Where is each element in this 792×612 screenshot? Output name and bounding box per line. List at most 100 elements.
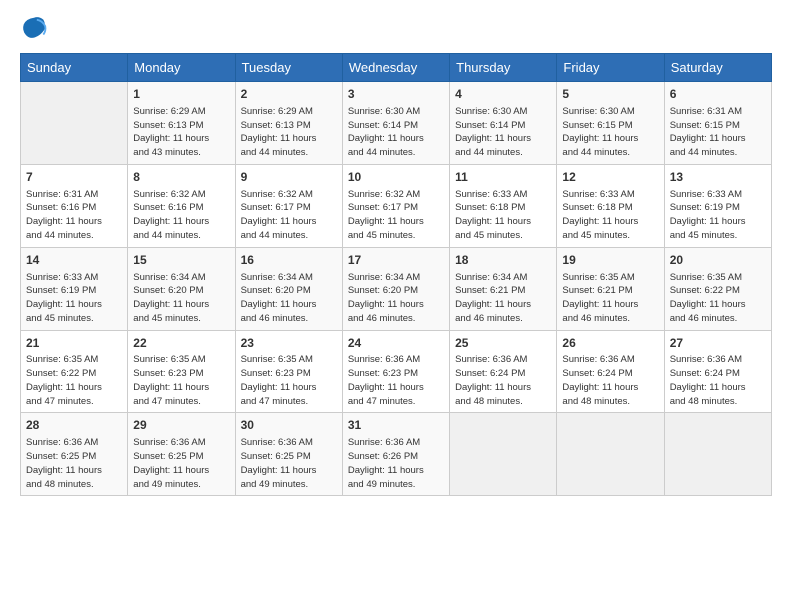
cell-content: Sunrise: 6:34 AM Sunset: 6:20 PM Dayligh…	[348, 271, 444, 326]
calendar-cell	[664, 413, 771, 496]
calendar-cell	[21, 82, 128, 165]
cell-content: Sunrise: 6:35 AM Sunset: 6:22 PM Dayligh…	[670, 271, 766, 326]
cell-content: Sunrise: 6:33 AM Sunset: 6:18 PM Dayligh…	[455, 188, 551, 243]
page: SundayMondayTuesdayWednesdayThursdayFrid…	[0, 0, 792, 506]
cell-content: Sunrise: 6:30 AM Sunset: 6:14 PM Dayligh…	[348, 105, 444, 160]
cell-content: Sunrise: 6:31 AM Sunset: 6:16 PM Dayligh…	[26, 188, 122, 243]
calendar-cell: 20 Sunrise: 6:35 AM Sunset: 6:22 PM Dayli…	[664, 247, 771, 330]
day-number: 27	[670, 335, 766, 352]
cell-content: Sunrise: 6:35 AM Sunset: 6:23 PM Dayligh…	[241, 353, 337, 408]
calendar-cell: 14 Sunrise: 6:33 AM Sunset: 6:19 PM Dayli…	[21, 247, 128, 330]
header-cell-friday: Friday	[557, 54, 664, 82]
calendar-cell: 11 Sunrise: 6:33 AM Sunset: 6:18 PM Dayli…	[450, 164, 557, 247]
calendar-table: SundayMondayTuesdayWednesdayThursdayFrid…	[20, 53, 772, 496]
week-row-4: 21Sunrise: 6:35 AM Sunset: 6:22 PM Dayli…	[21, 330, 772, 413]
day-number: 12	[562, 169, 658, 186]
header-cell-saturday: Saturday	[664, 54, 771, 82]
day-number: 9	[241, 169, 337, 186]
day-number: 15	[133, 252, 229, 269]
cell-content: Sunrise: 6:36 AM Sunset: 6:23 PM Dayligh…	[348, 353, 444, 408]
cell-content: Sunrise: 6:35 AM Sunset: 6:22 PM Dayligh…	[26, 353, 122, 408]
day-number: 5	[562, 86, 658, 103]
calendar-cell: 31 Sunrise: 6:36 AM Sunset: 6:26 PM Dayli…	[342, 413, 449, 496]
cell-content: Sunrise: 6:32 AM Sunset: 6:17 PM Dayligh…	[241, 188, 337, 243]
day-number: 10	[348, 169, 444, 186]
calendar-cell: 5 Sunrise: 6:30 AM Sunset: 6:15 PM Daylig…	[557, 82, 664, 165]
calendar-cell: 17 Sunrise: 6:34 AM Sunset: 6:20 PM Dayli…	[342, 247, 449, 330]
day-number: 24	[348, 335, 444, 352]
day-number: 4	[455, 86, 551, 103]
day-number: 31	[348, 417, 444, 434]
calendar-cell: 16 Sunrise: 6:34 AM Sunset: 6:20 PM Dayli…	[235, 247, 342, 330]
calendar-cell: 10 Sunrise: 6:32 AM Sunset: 6:17 PM Dayli…	[342, 164, 449, 247]
logo-icon	[20, 15, 48, 43]
day-number: 13	[670, 169, 766, 186]
cell-content: Sunrise: 6:30 AM Sunset: 6:14 PM Dayligh…	[455, 105, 551, 160]
cell-content: Sunrise: 6:32 AM Sunset: 6:16 PM Dayligh…	[133, 188, 229, 243]
cell-content: Sunrise: 6:36 AM Sunset: 6:24 PM Dayligh…	[670, 353, 766, 408]
header-row: SundayMondayTuesdayWednesdayThursdayFrid…	[21, 54, 772, 82]
cell-content: Sunrise: 6:36 AM Sunset: 6:24 PM Dayligh…	[455, 353, 551, 408]
calendar-cell: 28Sunrise: 6:36 AM Sunset: 6:25 PM Dayli…	[21, 413, 128, 496]
week-row-1: 1 Sunrise: 6:29 AM Sunset: 6:13 PM Daylig…	[21, 82, 772, 165]
header-cell-wednesday: Wednesday	[342, 54, 449, 82]
header-area	[20, 15, 772, 43]
calendar-cell: 30Sunrise: 6:36 AM Sunset: 6:25 PM Dayli…	[235, 413, 342, 496]
calendar-cell: 12 Sunrise: 6:33 AM Sunset: 6:18 PM Dayli…	[557, 164, 664, 247]
header-cell-tuesday: Tuesday	[235, 54, 342, 82]
calendar-cell: 18 Sunrise: 6:34 AM Sunset: 6:21 PM Dayli…	[450, 247, 557, 330]
calendar-cell: 25Sunrise: 6:36 AM Sunset: 6:24 PM Dayli…	[450, 330, 557, 413]
calendar-cell: 13 Sunrise: 6:33 AM Sunset: 6:19 PM Dayli…	[664, 164, 771, 247]
calendar-cell: 1 Sunrise: 6:29 AM Sunset: 6:13 PM Daylig…	[128, 82, 235, 165]
day-number: 8	[133, 169, 229, 186]
calendar-cell	[450, 413, 557, 496]
cell-content: Sunrise: 6:32 AM Sunset: 6:17 PM Dayligh…	[348, 188, 444, 243]
week-row-2: 7 Sunrise: 6:31 AM Sunset: 6:16 PM Daylig…	[21, 164, 772, 247]
cell-content: Sunrise: 6:36 AM Sunset: 6:25 PM Dayligh…	[133, 436, 229, 491]
calendar-cell: 29 Sunrise: 6:36 AM Sunset: 6:25 PM Dayli…	[128, 413, 235, 496]
day-number: 16	[241, 252, 337, 269]
calendar-cell: 6Sunrise: 6:31 AM Sunset: 6:15 PM Daylig…	[664, 82, 771, 165]
calendar-cell: 23Sunrise: 6:35 AM Sunset: 6:23 PM Dayli…	[235, 330, 342, 413]
calendar-cell: 15Sunrise: 6:34 AM Sunset: 6:20 PM Dayli…	[128, 247, 235, 330]
cell-content: Sunrise: 6:36 AM Sunset: 6:24 PM Dayligh…	[562, 353, 658, 408]
week-row-3: 14 Sunrise: 6:33 AM Sunset: 6:19 PM Dayli…	[21, 247, 772, 330]
calendar-cell: 4 Sunrise: 6:30 AM Sunset: 6:14 PM Daylig…	[450, 82, 557, 165]
day-number: 11	[455, 169, 551, 186]
cell-content: Sunrise: 6:31 AM Sunset: 6:15 PM Dayligh…	[670, 105, 766, 160]
cell-content: Sunrise: 6:33 AM Sunset: 6:18 PM Dayligh…	[562, 188, 658, 243]
day-number: 14	[26, 252, 122, 269]
day-number: 17	[348, 252, 444, 269]
calendar-cell: 7 Sunrise: 6:31 AM Sunset: 6:16 PM Daylig…	[21, 164, 128, 247]
day-number: 30	[241, 417, 337, 434]
calendar-cell: 22Sunrise: 6:35 AM Sunset: 6:23 PM Dayli…	[128, 330, 235, 413]
cell-content: Sunrise: 6:36 AM Sunset: 6:26 PM Dayligh…	[348, 436, 444, 491]
cell-content: Sunrise: 6:33 AM Sunset: 6:19 PM Dayligh…	[26, 271, 122, 326]
day-number: 7	[26, 169, 122, 186]
week-row-5: 28Sunrise: 6:36 AM Sunset: 6:25 PM Dayli…	[21, 413, 772, 496]
calendar-cell: 2Sunrise: 6:29 AM Sunset: 6:13 PM Daylig…	[235, 82, 342, 165]
day-number: 18	[455, 252, 551, 269]
cell-content: Sunrise: 6:35 AM Sunset: 6:23 PM Dayligh…	[133, 353, 229, 408]
day-number: 23	[241, 335, 337, 352]
day-number: 1	[133, 86, 229, 103]
cell-content: Sunrise: 6:33 AM Sunset: 6:19 PM Dayligh…	[670, 188, 766, 243]
logo	[20, 15, 52, 43]
day-number: 29	[133, 417, 229, 434]
day-number: 25	[455, 335, 551, 352]
day-number: 20	[670, 252, 766, 269]
header-cell-sunday: Sunday	[21, 54, 128, 82]
day-number: 3	[348, 86, 444, 103]
calendar-cell: 24Sunrise: 6:36 AM Sunset: 6:23 PM Dayli…	[342, 330, 449, 413]
cell-content: Sunrise: 6:29 AM Sunset: 6:13 PM Dayligh…	[241, 105, 337, 160]
calendar-cell: 27Sunrise: 6:36 AM Sunset: 6:24 PM Dayli…	[664, 330, 771, 413]
cell-content: Sunrise: 6:29 AM Sunset: 6:13 PM Dayligh…	[133, 105, 229, 160]
cell-content: Sunrise: 6:34 AM Sunset: 6:20 PM Dayligh…	[241, 271, 337, 326]
day-number: 19	[562, 252, 658, 269]
calendar-cell: 19Sunrise: 6:35 AM Sunset: 6:21 PM Dayli…	[557, 247, 664, 330]
calendar-cell: 21Sunrise: 6:35 AM Sunset: 6:22 PM Dayli…	[21, 330, 128, 413]
calendar-cell: 3 Sunrise: 6:30 AM Sunset: 6:14 PM Daylig…	[342, 82, 449, 165]
cell-content: Sunrise: 6:30 AM Sunset: 6:15 PM Dayligh…	[562, 105, 658, 160]
cell-content: Sunrise: 6:34 AM Sunset: 6:21 PM Dayligh…	[455, 271, 551, 326]
day-number: 26	[562, 335, 658, 352]
